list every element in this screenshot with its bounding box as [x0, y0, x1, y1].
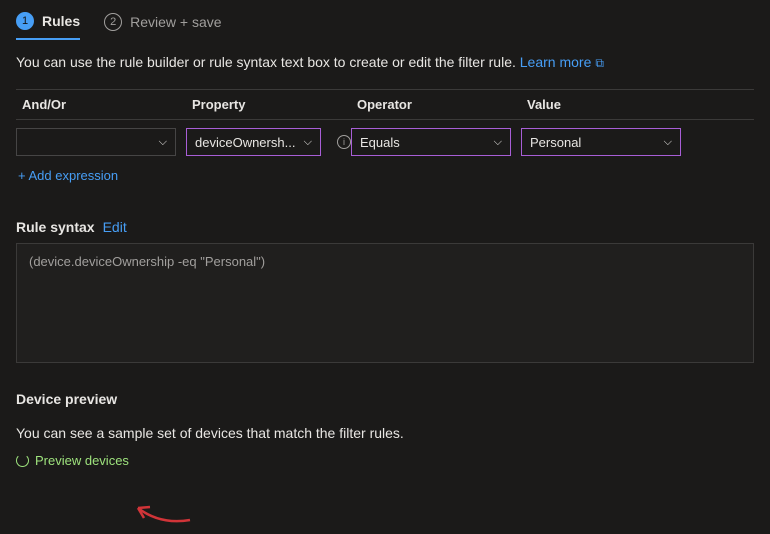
column-property: Property	[186, 97, 351, 112]
add-expression-link[interactable]: + Add expression	[16, 156, 754, 183]
rule-syntax-heading: Rule syntax Edit	[0, 183, 770, 243]
andor-dropdown[interactable]: ⌵	[16, 128, 176, 156]
value-dropdown[interactable]: Personal ⌵	[521, 128, 681, 156]
column-value: Value	[521, 97, 691, 112]
tab-review-label: Review + save	[130, 14, 221, 30]
tab-rules[interactable]: 1 Rules	[16, 12, 80, 40]
rule-syntax-textbox[interactable]: (device.deviceOwnership -eq "Personal")	[16, 243, 754, 363]
chevron-down-icon: ⌵	[159, 136, 167, 149]
loading-spinner-icon	[16, 454, 29, 467]
page-description: You can use the rule builder or rule syn…	[0, 40, 770, 89]
tab-review-save[interactable]: 2 Review + save	[104, 13, 221, 39]
column-andor: And/Or	[16, 97, 186, 112]
tab-rules-number: 1	[16, 12, 34, 30]
annotation-arrow	[130, 490, 200, 530]
device-preview-description: You can see a sample set of devices that…	[0, 415, 770, 453]
wizard-tabs: 1 Rules 2 Review + save	[0, 0, 770, 40]
external-link-icon: ⧉	[595, 56, 604, 71]
rule-syntax-edit-link[interactable]: Edit	[103, 219, 127, 235]
info-icon[interactable]: i	[337, 135, 351, 149]
description-text: You can use the rule builder or rule syn…	[16, 54, 516, 70]
property-dropdown[interactable]: deviceOwnersh... ⌵	[186, 128, 321, 156]
preview-devices-link[interactable]: Preview devices	[0, 453, 770, 468]
rule-builder-table: And/Or Property Operator Value ⌵ deviceO…	[16, 89, 754, 183]
column-operator: Operator	[351, 97, 521, 112]
rule-row: ⌵ deviceOwnersh... ⌵ i Equals ⌵ Personal…	[16, 120, 754, 156]
chevron-down-icon: ⌵	[664, 136, 672, 149]
chevron-down-icon: ⌵	[494, 136, 502, 149]
learn-more-link[interactable]: Learn more⧉	[520, 54, 604, 70]
rule-header-row: And/Or Property Operator Value	[16, 89, 754, 120]
chevron-down-icon: ⌵	[304, 136, 312, 149]
operator-dropdown[interactable]: Equals ⌵	[351, 128, 511, 156]
tab-review-number: 2	[104, 13, 122, 31]
tab-rules-label: Rules	[42, 13, 80, 29]
device-preview-heading: Device preview	[0, 363, 770, 415]
